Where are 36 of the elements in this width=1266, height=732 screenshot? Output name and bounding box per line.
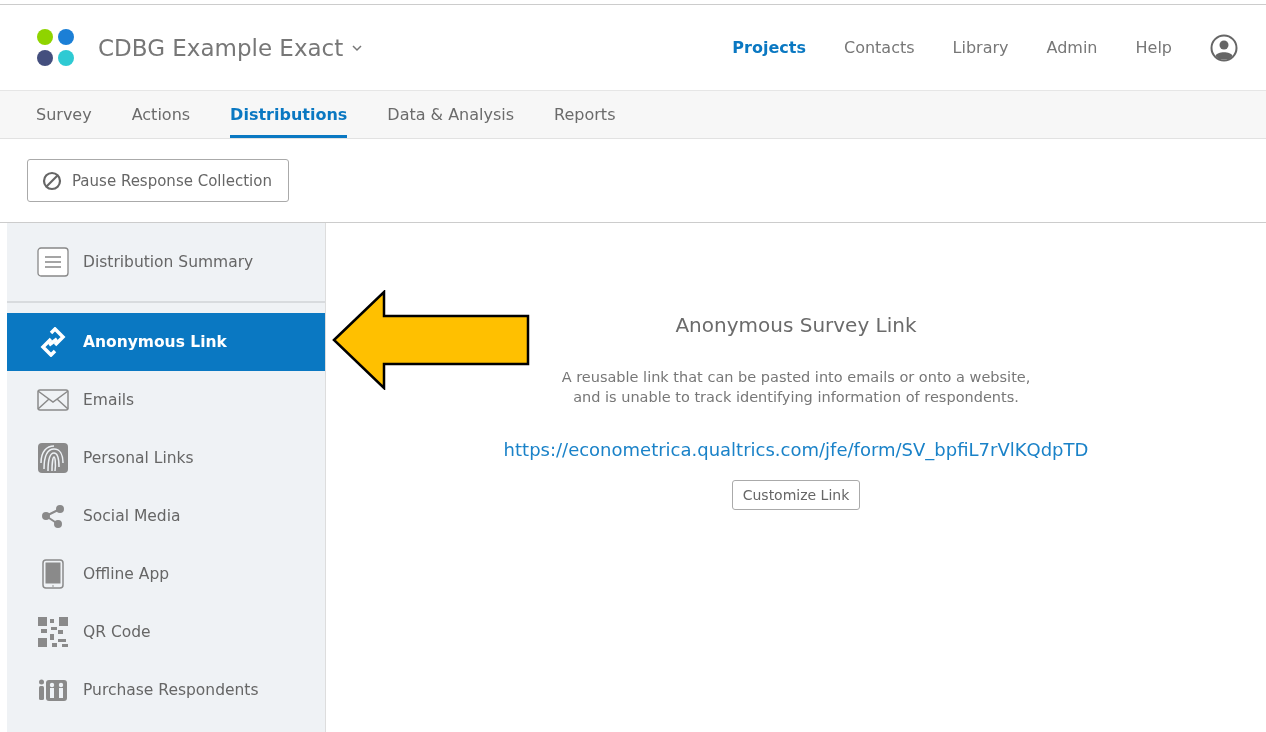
sidebar-item[interactable]: Anonymous Link	[7, 313, 325, 371]
description-text: and is unable to track identifying information of respondents.	[573, 388, 1019, 407]
fingerprint-icon	[38, 443, 68, 473]
envelope-icon	[37, 389, 69, 411]
tab[interactable]: Survey	[36, 91, 92, 138]
project-title-dropdown[interactable]: CDBG Example Exact	[98, 34, 364, 61]
nav-link[interactable]: Help	[1135, 38, 1172, 57]
tab[interactable]: Distributions	[230, 91, 348, 138]
nav-link[interactable]: Library	[952, 38, 1009, 57]
nav-link[interactable]: Admin	[1046, 38, 1098, 57]
sidebar-item[interactable]: Distribution Summary	[7, 223, 325, 303]
nav-link[interactable]: Projects	[732, 38, 806, 57]
prohibited-icon	[42, 170, 62, 191]
share-icon	[41, 504, 65, 528]
nav-link[interactable]: Contacts	[843, 38, 915, 57]
user-avatar-icon[interactable]	[1210, 33, 1238, 62]
sidebar-item[interactable]: Offline App	[7, 545, 325, 603]
description-text: A reusable link that can be pasted into emails or onto a website,	[561, 368, 1031, 387]
sidebar-item[interactable]: Social Media	[7, 487, 325, 545]
tab[interactable]: Data & Analysis	[387, 91, 515, 138]
tab[interactable]: Actions	[131, 91, 191, 138]
sidebar-item[interactable]: QR Code	[7, 603, 325, 661]
logo-icon	[36, 27, 76, 68]
tab[interactable]: Reports	[554, 91, 616, 138]
tablet-icon	[42, 559, 64, 589]
sidebar-item[interactable]: Purchase Respondents	[7, 661, 325, 719]
people-icon	[38, 678, 68, 702]
customize-link-button[interactable]: Customize Link	[731, 480, 861, 510]
sidebar-item[interactable]: Emails	[7, 371, 325, 429]
section-title: Anonymous Survey Link	[675, 313, 917, 337]
pause-response-button[interactable]: Pause Response Collection	[27, 159, 289, 202]
list-icon	[37, 247, 69, 277]
sidebar-item[interactable]: Personal Links	[7, 429, 325, 487]
qr-code-icon	[38, 617, 68, 647]
chevron-down-icon	[351, 43, 364, 52]
survey-link[interactable]: https://econometrica.qualtrics.com/jfe/form/SV_bpfiL7rVlKQdpTD	[503, 439, 1089, 460]
